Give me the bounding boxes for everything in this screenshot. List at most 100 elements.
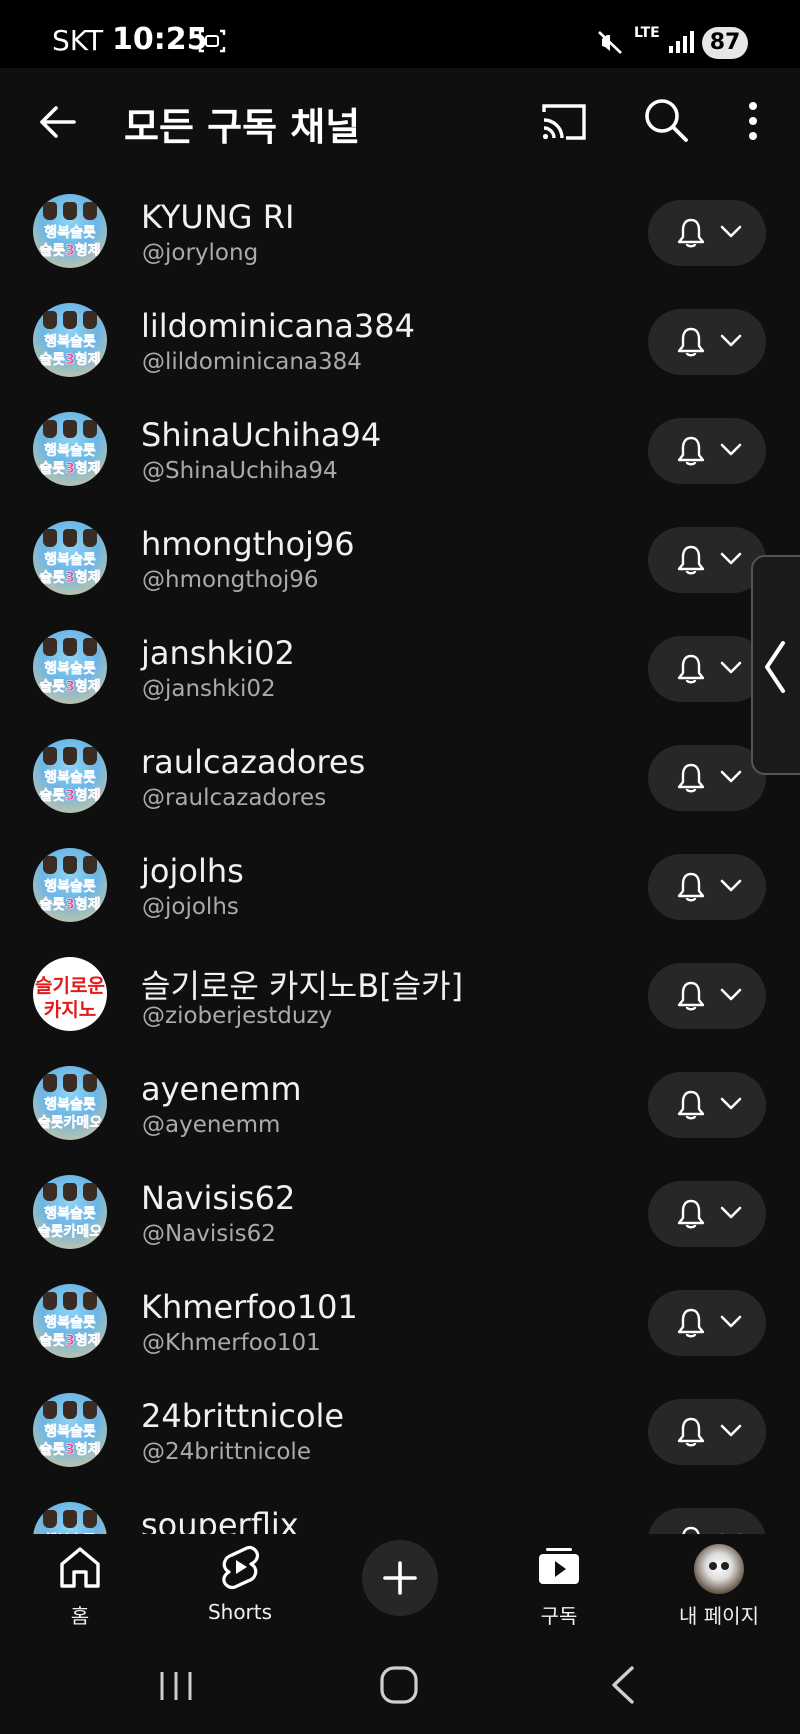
notification-settings-button[interactable] — [648, 745, 766, 811]
avatar-characters — [43, 1510, 97, 1532]
avatar-text-line1: 슬기로운 — [35, 975, 105, 997]
system-home-icon[interactable] — [378, 1664, 420, 1706]
signal-icon — [669, 31, 694, 53]
avatar-characters — [43, 529, 97, 551]
chevron-left-icon — [765, 641, 785, 693]
channel-row[interactable]: 행복슬롯 슬롯3형제 souperflix — [0, 1486, 800, 1534]
channel-avatar[interactable]: 행복슬롯 슬롯3형제 — [33, 848, 107, 922]
notification-settings-button[interactable] — [648, 1181, 766, 1247]
channel-row[interactable]: 행복슬롯 슬롯3형제 janshki02 @janshki02 — [0, 614, 800, 723]
channel-row[interactable]: 행복슬롯 슬롯3형제 lildominicana384 @lildominica… — [0, 287, 800, 396]
chevron-down-icon — [720, 443, 742, 456]
channel-handle: @raulcazadores — [142, 785, 327, 811]
channel-row[interactable]: 행복슬롯 슬롯카메오 Navisis62 @Navisis62 — [0, 1159, 800, 1268]
channel-row[interactable]: 행복슬롯 슬롯3형제 ShinaUchiha94 @ShinaUchiha94 — [0, 396, 800, 505]
notification-settings-button[interactable] — [648, 1072, 766, 1138]
nav-my-page[interactable]: 내 페이지 — [654, 1534, 784, 1638]
channel-name: Khmerfoo101 — [141, 1288, 358, 1326]
chevron-down-icon — [720, 770, 742, 783]
avatar-text-line2: 슬롯3형제 — [39, 897, 101, 914]
channel-row[interactable]: 행복슬롯 슬롯3형제 raulcazadores @raulcazadores — [0, 723, 800, 832]
channel-avatar[interactable]: 슬기로운 카지노 — [33, 957, 107, 1031]
channel-avatar[interactable]: 행복슬롯 슬롯3형제 — [33, 1502, 107, 1534]
edge-panel-handle[interactable] — [751, 555, 800, 775]
channel-name: ayenemm — [141, 1070, 302, 1108]
system-back-icon[interactable] — [608, 1664, 638, 1706]
back-arrow-icon[interactable] — [34, 98, 82, 146]
channel-handle: @ayenemm — [142, 1112, 281, 1138]
avatar-text-line2: 슬롯3형제 — [39, 788, 101, 805]
channel-avatar[interactable]: 행복슬롯 슬롯3형제 — [33, 521, 107, 595]
cast-icon[interactable] — [540, 98, 588, 144]
avatar-characters — [43, 1401, 97, 1423]
channel-row[interactable]: 행복슬롯 슬롯카메오 ayenemm @ayenemm — [0, 1050, 800, 1159]
bell-icon — [677, 654, 705, 684]
channel-avatar[interactable]: 행복슬롯 슬롯3형제 — [33, 412, 107, 486]
channel-name: janshki02 — [141, 634, 295, 672]
avatar-text-line2: 슬롯3형제 — [39, 1442, 101, 1459]
channel-row[interactable]: 행복슬롯 슬롯3형제 KYUNG RI @jorylong — [0, 178, 800, 287]
channel-row[interactable]: 슬기로운 카지노 슬기로운 카지노B[슬카] @zioberjestduzy — [0, 941, 800, 1050]
nav-home[interactable]: 홈 — [15, 1534, 145, 1638]
avatar-text-line1: 행복슬롯 — [44, 225, 96, 242]
network-type: LTE — [634, 25, 660, 41]
nav-shorts-label: Shorts — [207, 1600, 273, 1624]
avatar-characters — [43, 856, 97, 878]
battery-indicator: 87 — [702, 27, 748, 59]
channel-handle: @24brittnicole — [142, 1439, 311, 1465]
avatar-text-line1: 행복슬롯 — [44, 879, 96, 896]
avatar-characters — [43, 420, 97, 442]
channel-avatar[interactable]: 행복슬롯 슬롯3형제 — [33, 1393, 107, 1467]
system-nav-bar — [0, 1638, 800, 1734]
plus-icon — [383, 1561, 417, 1595]
notification-settings-button[interactable] — [648, 1399, 766, 1465]
channel-avatar[interactable]: 행복슬롯 슬롯3형제 — [33, 1284, 107, 1358]
notification-settings-button[interactable] — [648, 1290, 766, 1356]
avatar-characters — [43, 747, 97, 769]
channel-name: lildominicana384 — [141, 307, 415, 345]
avatar-characters — [43, 638, 97, 660]
bell-icon — [677, 436, 705, 466]
nav-subscriptions[interactable]: 구독 — [494, 1534, 624, 1638]
channel-handle: @Khmerfoo101 — [142, 1330, 321, 1356]
channel-handle: @jojolhs — [142, 894, 239, 920]
bell-icon — [677, 1090, 705, 1120]
shorts-icon — [222, 1546, 259, 1590]
channel-avatar[interactable]: 행복슬롯 슬롯카메오 — [33, 1175, 107, 1249]
bell-icon — [677, 1199, 705, 1229]
channel-row[interactable]: 행복슬롯 슬롯3형제 hmongthoj96 @hmongthoj96 — [0, 505, 800, 614]
notification-settings-button[interactable] — [648, 527, 766, 593]
channel-row[interactable]: 행복슬롯 슬롯3형제 Khmerfoo101 @Khmerfoo101 — [0, 1268, 800, 1377]
avatar-text-line2: 슬롯3형제 — [39, 679, 101, 696]
channel-avatar[interactable]: 행복슬롯 슬롯3형제 — [33, 303, 107, 377]
create-button[interactable] — [362, 1540, 438, 1616]
search-icon[interactable] — [642, 96, 690, 144]
notification-settings-button[interactable] — [648, 1508, 766, 1534]
channel-row[interactable]: 행복슬롯 슬롯3형제 jojolhs @jojolhs — [0, 832, 800, 941]
channel-avatar[interactable]: 행복슬롯 슬롯카메오 — [33, 1066, 107, 1140]
screen: SKT 10:25 LTE 87 모든 구독 채널 행복슬롯 슬롯3형제 KYU… — [0, 0, 800, 1734]
notification-settings-button[interactable] — [648, 418, 766, 484]
recent-apps-icon[interactable] — [156, 1666, 196, 1706]
notification-settings-button[interactable] — [648, 636, 766, 702]
clock: 10:25 — [112, 22, 208, 57]
carrier-label: SKT — [52, 24, 104, 57]
notification-settings-button[interactable] — [648, 309, 766, 375]
channel-avatar[interactable]: 행복슬롯 슬롯3형제 — [33, 739, 107, 813]
channel-name: 슬기로운 카지노B[슬카] — [141, 967, 464, 1005]
avatar-text-line2: 슬롯카메오 — [37, 1115, 103, 1132]
bell-icon — [677, 763, 705, 793]
more-vert-icon[interactable] — [738, 98, 768, 144]
notification-settings-button[interactable] — [648, 854, 766, 920]
notification-settings-button[interactable] — [648, 963, 766, 1029]
nav-subscriptions-label: 구독 — [540, 1604, 578, 1628]
avatar-text-line2: 슬롯3형제 — [39, 243, 101, 260]
notification-settings-button[interactable] — [648, 200, 766, 266]
nav-shorts[interactable]: Shorts — [175, 1534, 305, 1638]
chevron-down-icon — [720, 1424, 742, 1437]
channel-avatar[interactable]: 행복슬롯 슬롯3형제 — [33, 630, 107, 704]
channel-row[interactable]: 행복슬롯 슬롯3형제 24brittnicole @24brittnicole — [0, 1377, 800, 1486]
channel-avatar[interactable]: 행복슬롯 슬롯3형제 — [33, 194, 107, 268]
bell-icon — [677, 218, 705, 248]
avatar-text-line1: 행복슬롯 — [44, 334, 96, 351]
